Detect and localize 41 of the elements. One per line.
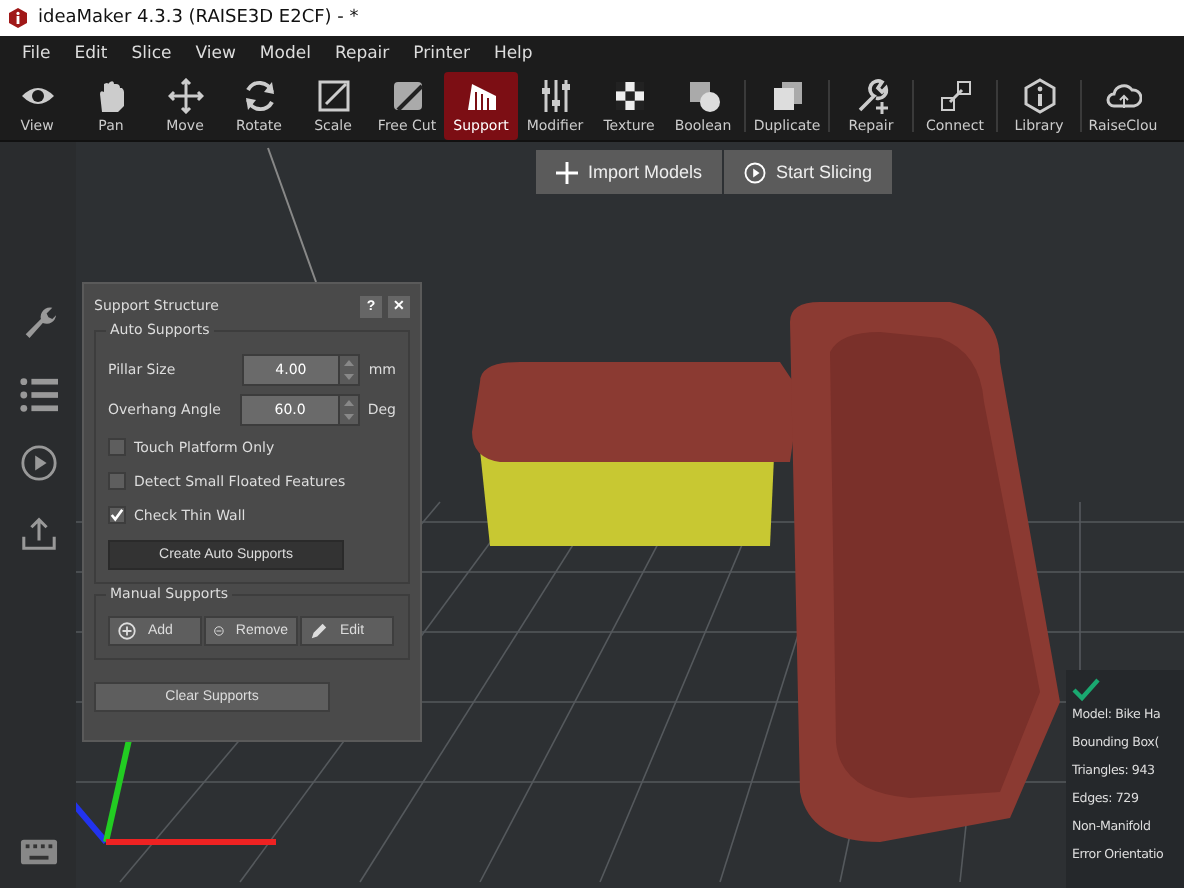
free-cut-icon	[389, 78, 425, 114]
checkbox[interactable]	[108, 438, 126, 456]
cloud-icon	[1105, 78, 1141, 114]
minus-circle-icon	[214, 622, 224, 640]
rotate-icon	[241, 78, 277, 114]
menu-item[interactable]: Slice	[121, 44, 186, 64]
app-logo-icon	[8, 8, 28, 28]
spin-arrows-icon[interactable]	[339, 395, 358, 423]
checkerboard-icon	[611, 78, 647, 114]
menu-item[interactable]: Help	[483, 44, 547, 64]
upload-icon[interactable]	[20, 514, 58, 552]
info-hexagon-icon	[1021, 78, 1057, 114]
move-arrows-icon	[167, 78, 203, 114]
plus-circle-icon	[118, 622, 136, 640]
menu-item[interactable]: Printer	[403, 44, 484, 64]
support-icon	[463, 78, 499, 114]
checkbox[interactable]	[108, 472, 126, 490]
wrench-plus-icon	[853, 78, 889, 114]
scale-icon	[315, 78, 351, 114]
action-button[interactable]: Start Slicing	[724, 150, 893, 194]
plus-icon	[556, 161, 578, 183]
menu-item[interactable]: Repair	[324, 44, 404, 64]
action-button[interactable]: Import Models	[536, 150, 723, 194]
keyboard-icon[interactable]	[20, 838, 58, 866]
connect-icon	[937, 78, 973, 114]
sliders-icon	[537, 78, 573, 114]
play-icon	[744, 161, 767, 183]
wrench-icon[interactable]	[20, 302, 58, 340]
pencil-icon	[310, 622, 328, 640]
check-icon	[1072, 678, 1100, 702]
checkbox[interactable]	[108, 506, 126, 524]
menu-item[interactable]: File	[12, 44, 65, 64]
spin-arrows-icon[interactable]	[340, 355, 359, 383]
list-icon[interactable]	[20, 376, 58, 414]
menu-item[interactable]: Model	[249, 44, 325, 64]
duplicate-icon	[769, 78, 805, 114]
window-title: ideaMaker 4.3.3 (RAISE3D E2CF) - *	[38, 8, 359, 28]
menu-item[interactable]: View	[185, 44, 250, 64]
boolean-icon	[685, 78, 721, 114]
menu-item[interactable]: Edit	[64, 44, 122, 64]
play-icon[interactable]	[20, 444, 58, 482]
